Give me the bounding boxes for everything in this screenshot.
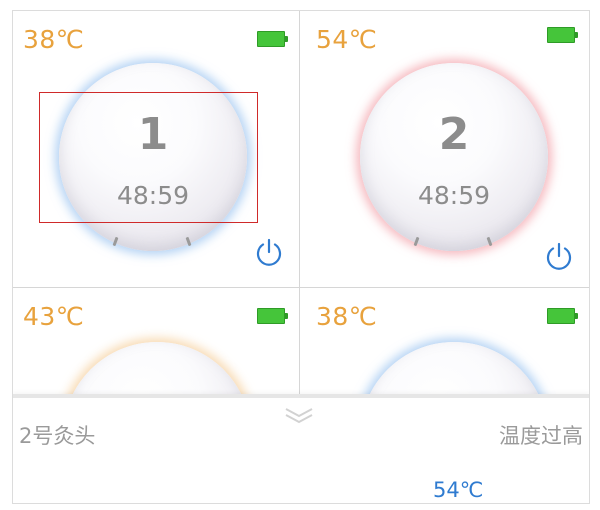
battery-full-icon	[257, 31, 288, 47]
grid-divider-horizontal	[13, 287, 589, 288]
dial-tick-right	[185, 236, 192, 247]
device-grid: 38℃ 1 48:59 54℃ 2 48:59 43℃ 38℃ 2号灸头 温度过…	[12, 10, 590, 504]
temperature-readout: 38℃	[23, 25, 85, 54]
selection-highlight	[39, 92, 258, 223]
battery-full-icon	[547, 27, 578, 43]
head-number: 2	[438, 109, 470, 160]
temperature-readout: 43℃	[23, 302, 85, 331]
detail-drawer[interactable]: 2号灸头 温度过高 54℃	[13, 394, 589, 503]
temperature-readout: 38℃	[316, 302, 378, 331]
countdown-timer: 48:59	[417, 181, 491, 210]
battery-full-icon	[547, 308, 578, 324]
moxa-head-dial[interactable]: 2 48:59	[360, 63, 548, 251]
grid-divider-vertical	[299, 11, 300, 403]
dial-tick-right	[486, 236, 493, 247]
battery-full-icon	[257, 308, 288, 324]
temperature-readout: 54℃	[316, 25, 378, 54]
power-icon[interactable]	[253, 237, 285, 269]
double-chevron-down-icon[interactable]	[283, 406, 315, 424]
moxa-head-card-1[interactable]: 38℃ 1 48:59	[13, 11, 299, 287]
dial-tick-left	[413, 236, 420, 247]
power-icon[interactable]	[543, 241, 575, 273]
alert-status-label: 温度过高	[499, 424, 583, 448]
moxa-head-card-2[interactable]: 54℃ 2 48:59	[300, 11, 589, 287]
selected-head-label: 2号灸头	[19, 424, 96, 448]
dial-tick-left	[112, 236, 119, 247]
drawer-temperature: 54℃	[433, 478, 484, 502]
